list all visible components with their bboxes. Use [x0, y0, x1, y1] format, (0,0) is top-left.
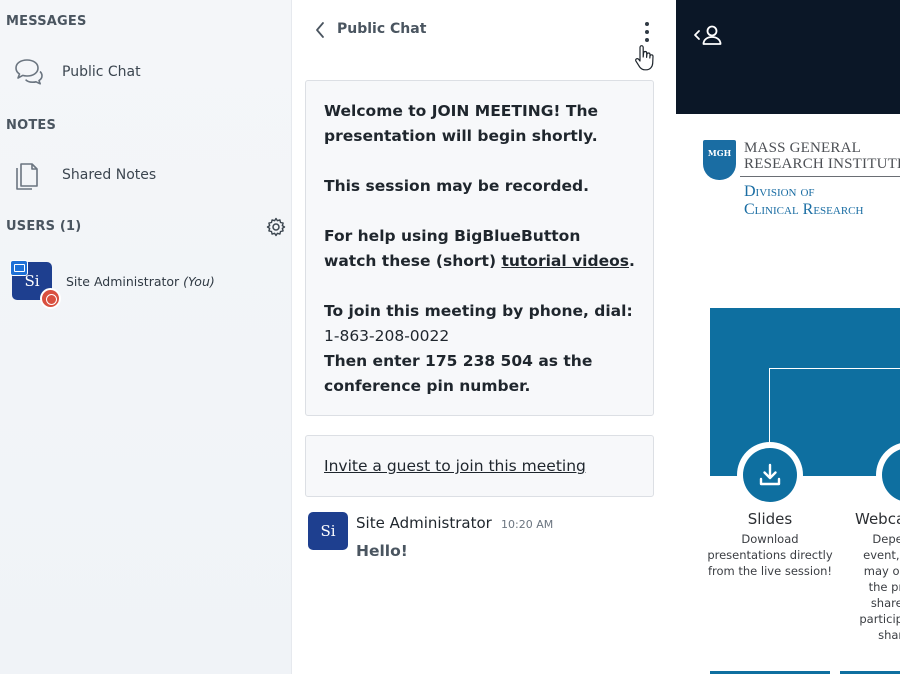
help-text: For help using BigBlueButton watch these… [324, 224, 635, 274]
chat-panel: Public Chat Welcome to JOIN MEETING! The… [293, 0, 676, 674]
division-text-line2: Clinical Research [744, 201, 864, 218]
dial-in-pin: Then enter 175 238 504 as the conference… [324, 352, 593, 395]
chat-header: Public Chat [293, 0, 676, 71]
sidebar-item-shared-notes[interactable]: Shared Notes [0, 153, 292, 197]
sidebar-item-label: Public Chat [62, 64, 141, 80]
messages-section-label: MESSAGES [6, 14, 87, 29]
page-title[interactable]: Public Chat [337, 21, 426, 37]
logo-text-line2: RESEARCH INSTITUTE [744, 156, 900, 172]
chat-bubbles-icon [15, 59, 43, 85]
notes-document-icon [16, 163, 38, 190]
user-list-sidebar: MESSAGES Public Chat NOTES Shared Notes … [0, 0, 292, 674]
mgh-logo: MGH [703, 140, 736, 180]
message-timestamp: 10:20 AM [501, 518, 554, 531]
notes-section-label: NOTES [6, 118, 57, 133]
presentation-area: MGH MASS GENERAL RESEARCH INSTITUTE Divi… [676, 0, 900, 674]
sidebar-item-public-chat[interactable]: Public Chat [0, 50, 292, 94]
user-list-item[interactable]: Si Site Administrator (You) [0, 258, 292, 310]
invite-guest-link[interactable]: Invite a guest to join this meeting [324, 457, 586, 475]
avatar: Si [308, 512, 348, 550]
tutorial-videos-link[interactable]: tutorial videos [501, 252, 629, 270]
webcam-feature-title: Webca [855, 510, 900, 528]
chat-message: Si Site Administrator 10:20 AM Hello! [308, 512, 658, 572]
slide-graphic-outline [769, 368, 900, 458]
logo-text-line1: MASS GENERAL [744, 140, 861, 156]
presentation-topbar [676, 0, 900, 114]
invite-guest-card: Invite a guest to join this meeting [305, 435, 654, 497]
chevron-left-icon[interactable] [313, 20, 327, 40]
restore-user-list-icon[interactable] [692, 22, 724, 48]
help-text-suffix: . [628, 252, 635, 270]
webcam-feature-description: Depen event, y may onl the pre shared pa… [859, 532, 900, 642]
moderator-icon [40, 288, 61, 309]
you-label: (You) [183, 274, 215, 289]
recording-notice: This session may be recorded. [324, 177, 589, 195]
gear-icon[interactable] [265, 216, 287, 238]
slides-feature-description: Download presentations directly from the… [707, 532, 833, 578]
download-icon [759, 463, 781, 486]
slides-feature-title: Slides [747, 510, 793, 528]
logo-divider [740, 176, 900, 177]
user-name: Site Administrator (You) [66, 274, 215, 289]
sidebar-item-label: Shared Notes [62, 167, 157, 183]
dial-in-line: To join this meeting by phone, dial: [324, 302, 633, 320]
users-section-label: USERS (1) [6, 219, 82, 234]
welcome-message: Welcome to JOIN MEETING! The presentatio… [305, 80, 654, 416]
welcome-text: Welcome to JOIN MEETING! The presentatio… [324, 102, 599, 145]
dial-in-number: 1-863-208-0022 [324, 327, 450, 345]
slides-feature-badge [737, 442, 803, 508]
message-text: Hello! [356, 542, 408, 560]
hand-cursor-icon [635, 45, 654, 71]
more-options-icon[interactable] [639, 20, 655, 44]
message-sender: Site Administrator [356, 514, 492, 532]
presenter-icon [10, 260, 28, 276]
division-text-line1: Division of [744, 183, 815, 200]
user-name-text: Site Administrator [66, 274, 180, 289]
